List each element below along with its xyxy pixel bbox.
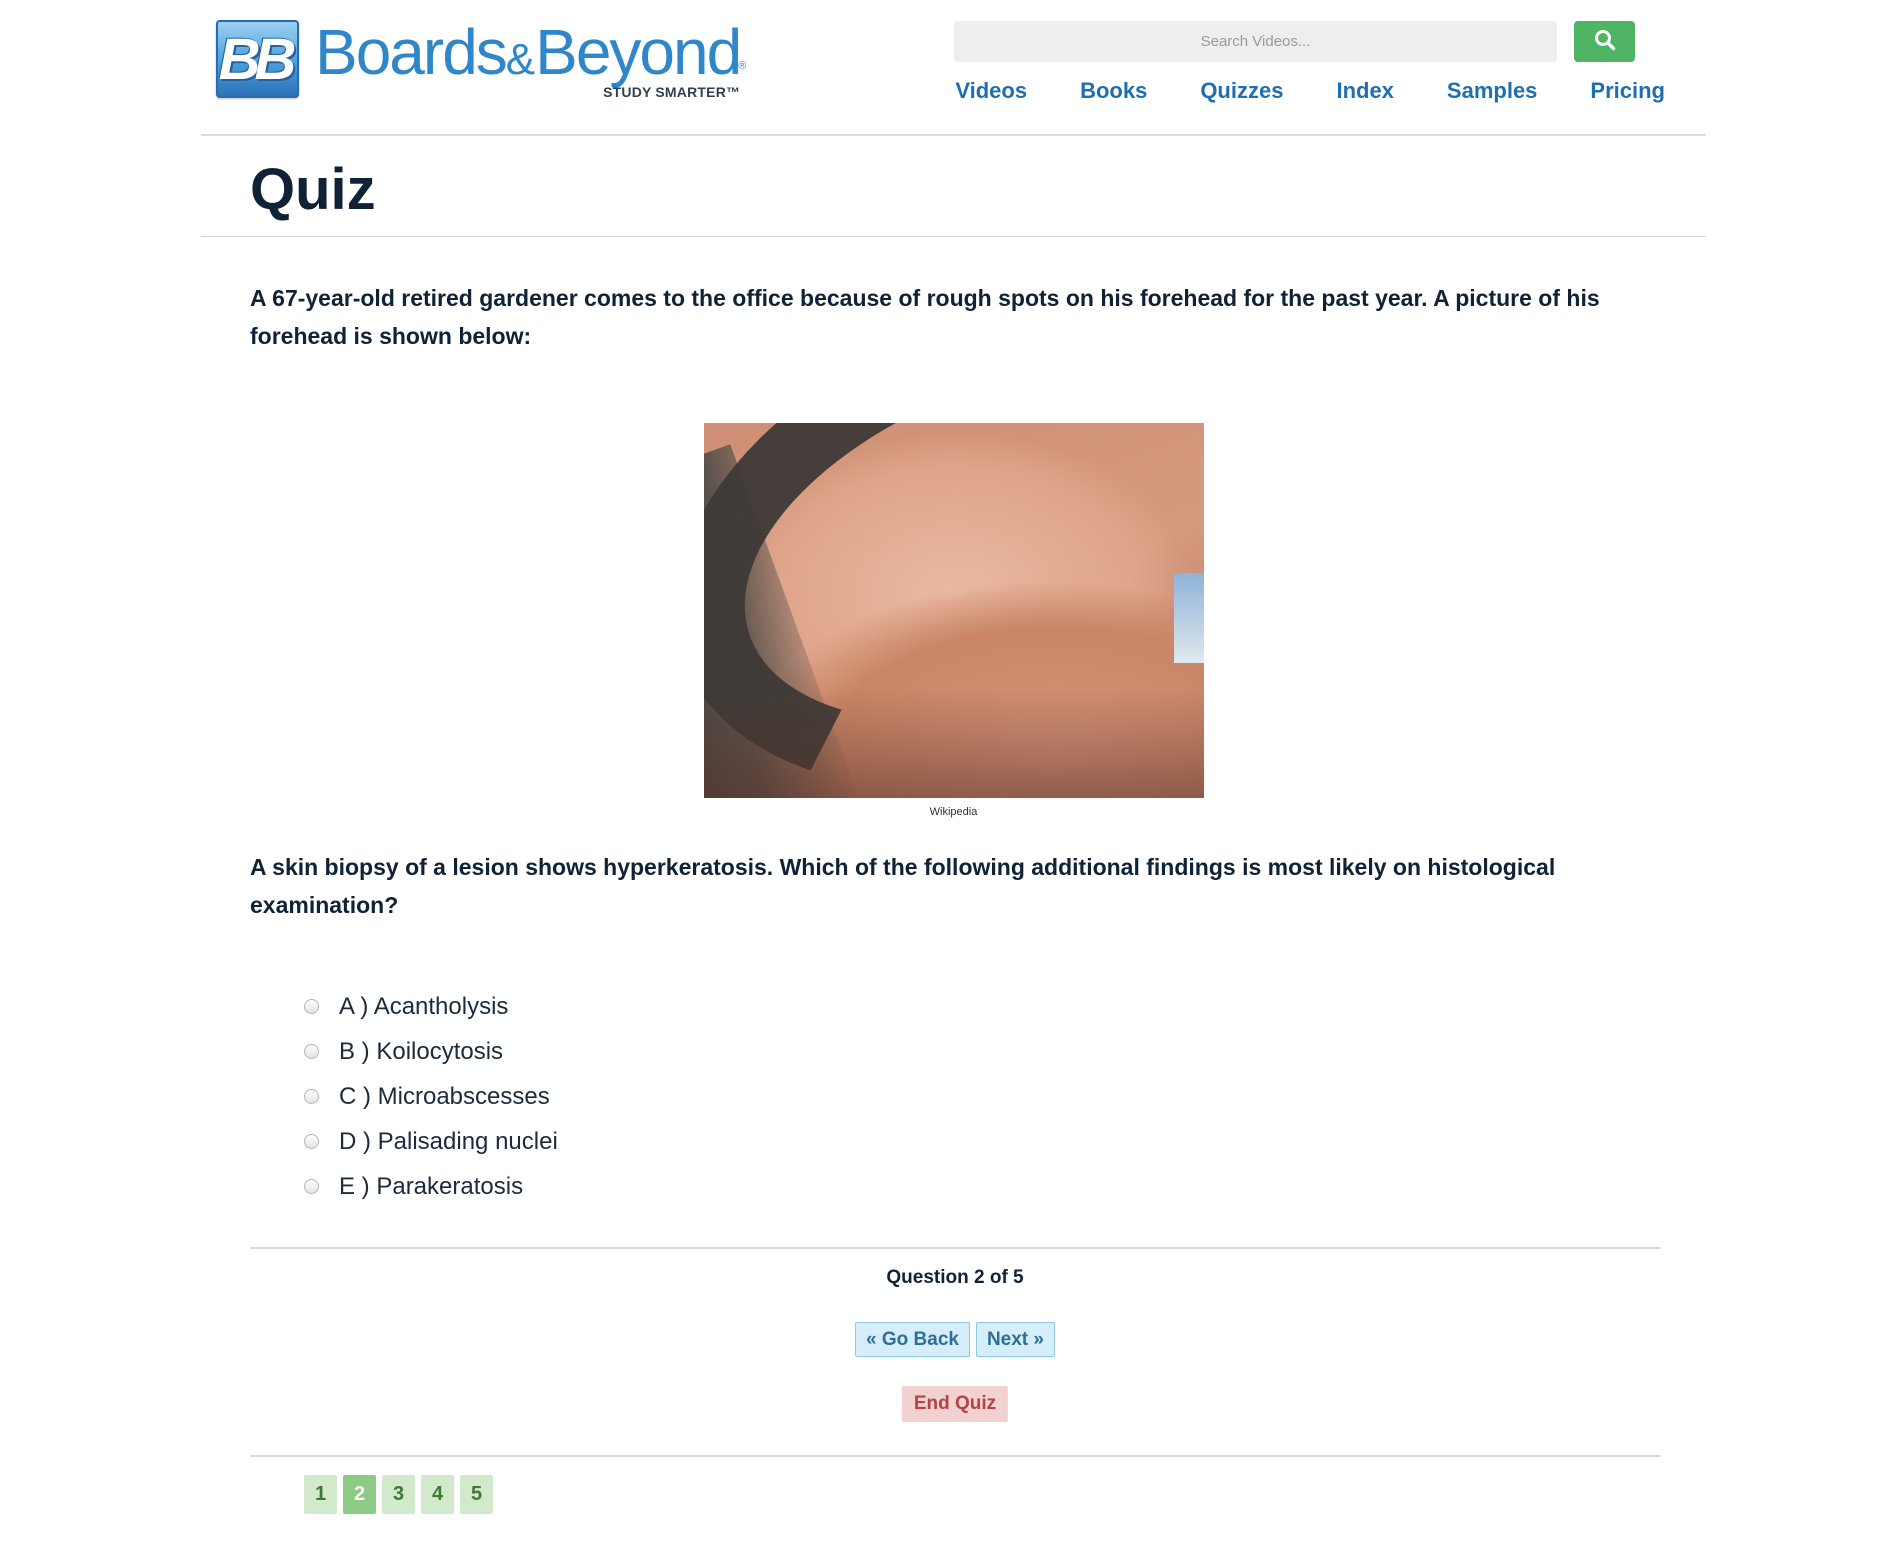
image-caption: Wikipedia — [929, 806, 978, 818]
question-figure: Wikipedia — [703, 423, 1204, 818]
page-4[interactable]: 4 — [421, 1475, 454, 1514]
main-nav: Videos Books Quizzes Index Samples Prici… — [902, 78, 1665, 104]
nav-index[interactable]: Index — [1336, 78, 1393, 104]
quiz-content: A 67-year-old retired gardener comes to … — [201, 279, 1706, 1514]
registered-mark: ® — [738, 60, 747, 72]
nav-videos[interactable]: Videos — [955, 78, 1027, 104]
question-text: A skin biopsy of a lesion shows hyperker… — [250, 854, 1556, 918]
go-back-button[interactable]: « Go Back — [855, 1322, 970, 1357]
answer-option-c[interactable]: C ) Microabscesses — [304, 1074, 1657, 1119]
answer-label-c: C ) Microabscesses — [339, 1082, 550, 1110]
question-stem: A 67-year-old retired gardener comes to … — [250, 285, 1600, 349]
search-icon — [1593, 28, 1617, 55]
logo-word-boards: Boards — [315, 16, 508, 88]
logo-word: Boards&Beyond — [315, 20, 742, 92]
page-1[interactable]: 1 — [304, 1475, 337, 1514]
logo-ampersand: & — [505, 35, 536, 84]
page-5[interactable]: 5 — [460, 1475, 493, 1514]
answer-label-b: B ) Koilocytosis — [339, 1037, 504, 1065]
answer-list: A ) Acantholysis B ) Koilocytosis C ) Mi… — [304, 984, 1657, 1209]
answer-label-a: A ) Acantholysis — [339, 992, 509, 1020]
question-nav: « Go Back Next » — [250, 1322, 1660, 1357]
radio-c[interactable] — [304, 1089, 319, 1104]
next-button[interactable]: Next » — [975, 1322, 1055, 1357]
radio-b[interactable] — [304, 1044, 319, 1059]
answer-option-d[interactable]: D ) Palisading nuclei — [304, 1119, 1657, 1164]
nav-quizzes[interactable]: Quizzes — [1200, 78, 1283, 104]
logo-word-beyond: Beyond — [535, 16, 742, 88]
radio-e[interactable] — [304, 1179, 319, 1194]
radio-d[interactable] — [304, 1134, 319, 1149]
photo-shadow — [703, 688, 1204, 798]
logo-tagline: STUDY SMARTER™ — [603, 84, 741, 100]
logo-wordmark: Boards&Beyond ® STUDY SMARTER™ — [315, 20, 746, 102]
nav-pricing[interactable]: Pricing — [1590, 78, 1665, 104]
nav-samples[interactable]: Samples — [1447, 78, 1538, 104]
page-title: Quiz — [250, 157, 376, 222]
question-pager: 1 2 3 4 5 — [304, 1475, 1657, 1514]
search-button[interactable] — [1574, 21, 1635, 62]
title-bar: Quiz — [201, 136, 1706, 237]
forehead-photo — [703, 423, 1204, 798]
quiz-footer: Question 2 of 5 « Go Back Next » End Qui… — [250, 1247, 1660, 1457]
answer-option-a[interactable]: A ) Acantholysis — [304, 984, 1657, 1029]
search-input[interactable] — [954, 21, 1557, 62]
answer-label-d: D ) Palisading nuclei — [339, 1127, 558, 1155]
radio-a[interactable] — [304, 999, 319, 1014]
bb-logo-mark: BB — [216, 20, 299, 98]
question-progress: Question 2 of 5 — [886, 1267, 1024, 1288]
nav-books[interactable]: Books — [1080, 78, 1147, 104]
answer-label-e: E ) Parakeratosis — [339, 1172, 524, 1200]
logo-mark-text: BB — [218, 26, 297, 92]
page-3[interactable]: 3 — [382, 1475, 415, 1514]
answer-option-b[interactable]: B ) Koilocytosis — [304, 1029, 1657, 1074]
photo-background — [1173, 573, 1204, 663]
boards-and-beyond-logo[interactable]: BB Boards&Beyond ® STUDY SMARTER™ — [216, 20, 746, 102]
page: BB Boards&Beyond ® STUDY SMARTER™ Videos… — [201, 0, 1706, 1564]
answer-option-e[interactable]: E ) Parakeratosis — [304, 1164, 1657, 1209]
site-header: BB Boards&Beyond ® STUDY SMARTER™ Videos… — [201, 0, 1706, 136]
page-2-current[interactable]: 2 — [343, 1475, 376, 1514]
end-quiz-button[interactable]: End Quiz — [901, 1386, 1009, 1422]
